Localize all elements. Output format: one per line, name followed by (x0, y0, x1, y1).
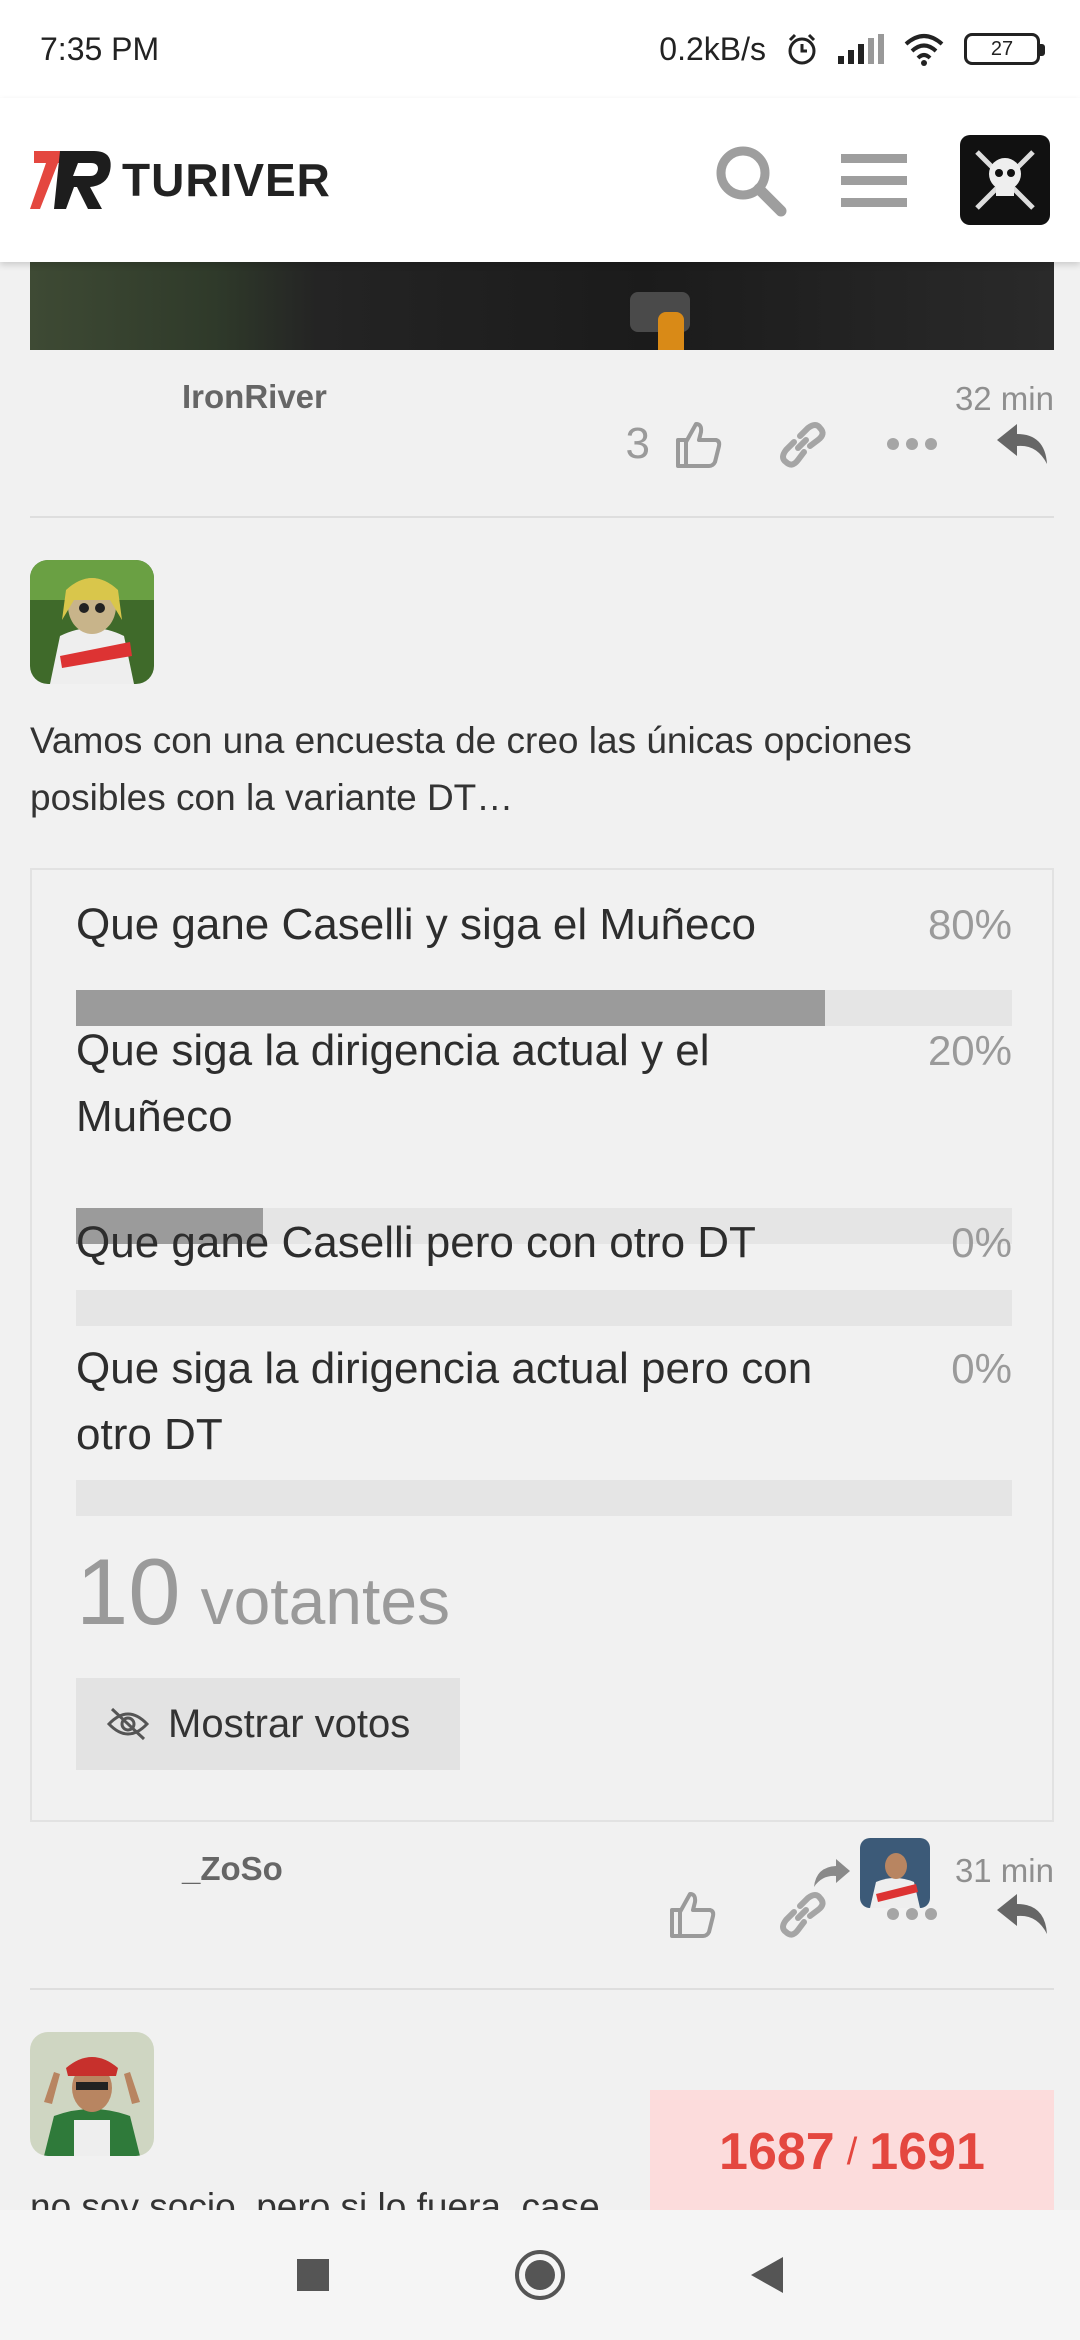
eddie-avatar-image (30, 560, 154, 684)
voters-label: votantes (200, 1564, 451, 1638)
square-icon (297, 2259, 330, 2291)
logo-mark-icon (30, 151, 111, 209)
post-divider (30, 1988, 1054, 1990)
search-button[interactable] (712, 142, 788, 218)
reply-to-avatar (860, 1838, 930, 1908)
link-icon (780, 422, 826, 468)
reply-icon (997, 1894, 1047, 1934)
poll-option-label: Que siga la dirigencia actual y el Muñec… (76, 1026, 710, 1141)
copy-link-button[interactable] (770, 412, 834, 476)
zoso-avatar-image (30, 2032, 154, 2156)
show-votes-label: Mostrar votos (168, 1701, 411, 1746)
reply-to-indicator[interactable] (812, 1838, 930, 1908)
poll-option-percent: 20% (927, 1027, 1012, 1074)
signal-icon (838, 34, 884, 64)
reply-button[interactable] (990, 412, 1054, 476)
topic-stream[interactable]: 3 IronRiver 32 min Vamos con una encuest… (0, 262, 1080, 2210)
post-body: Vamos con una encuesta de creo las única… (30, 720, 912, 818)
post-time[interactable]: 31 min (955, 1852, 1054, 1890)
eye-slash-icon (106, 1707, 150, 1741)
status-icons: 0.2kB/s 27 (659, 30, 1045, 68)
like-group[interactable]: 3 (626, 418, 724, 470)
alarm-icon (788, 33, 816, 65)
post-username[interactable]: IronRiver (182, 378, 327, 416)
menu-button[interactable] (836, 142, 912, 218)
net-speed: 0.2kB/s (659, 30, 766, 67)
poll-bar (76, 1290, 1012, 1326)
like-button[interactable] (660, 1882, 724, 1946)
poll-option: Que siga la dirigencia actual pero con o… (76, 1336, 1012, 1516)
poll: Que gane Caselli y siga el Muñeco 80% Qu… (30, 868, 1054, 1822)
poll-option-label: Que siga la dirigencia actual pero con o… (76, 1344, 813, 1459)
site-header: TURIVER (0, 98, 1080, 262)
search-icon (716, 146, 787, 217)
poll-option: Que gane Caselli y siga el Muñeco 80% (76, 892, 1012, 1026)
poll-option-label: Que gane Caselli y siga el Muñeco (76, 900, 756, 949)
reply-share-icon (814, 1859, 850, 1887)
circle-icon (514, 2250, 565, 2300)
post-divider (30, 516, 1054, 518)
progress-current: 1687 (719, 2123, 835, 2181)
android-nav-bar (0, 2210, 1080, 2340)
voters-count: 10 (76, 1539, 181, 1644)
poll-option-percent: 80% (927, 901, 1012, 948)
poll-voters: 10 votantes (76, 1538, 450, 1646)
header-icons (712, 135, 1050, 225)
wifi-icon (904, 34, 944, 66)
avatar[interactable] (30, 2032, 154, 2156)
previous-post-image[interactable] (30, 262, 1054, 350)
skull-icon (975, 150, 1035, 210)
reply-icon (997, 424, 1047, 464)
avatar[interactable] (30, 560, 154, 684)
back-button[interactable] (737, 2245, 797, 2305)
ellipsis-icon (887, 1908, 937, 1920)
poll-option-percent: 0% (951, 1345, 1012, 1392)
post-body: no soy socio, pero si lo fuera, case (30, 2186, 600, 2210)
hamburger-menu-icon (841, 154, 907, 207)
progress-total: 1691 (869, 2123, 985, 2181)
poll-bar (76, 1480, 1012, 1516)
battery-icon: 27 (964, 33, 1045, 65)
ellipsis-icon (887, 438, 937, 450)
post-time[interactable]: 32 min (955, 380, 1054, 418)
site-logo[interactable]: TURIVER (30, 145, 331, 215)
poll-option-percent: 0% (951, 1219, 1012, 1266)
back-triangle-icon (750, 2257, 783, 2293)
poll-option: Que gane Caselli pero con otro DT 0% (76, 1210, 1012, 1326)
poll-option: Que siga la dirigencia actual y el Muñec… (76, 1018, 1012, 1244)
home-button[interactable] (510, 2245, 570, 2305)
post-username[interactable]: _ZoSo (182, 1850, 283, 1888)
status-bar: 7:35 PM 0.2kB/s 27 (0, 0, 1080, 98)
poll-option-label: Que gane Caselli pero con otro DT (76, 1218, 756, 1267)
status-time: 7:35 PM (40, 30, 160, 67)
battery-level: 27 (990, 37, 1014, 60)
recents-button[interactable] (283, 2245, 343, 2305)
reply-button[interactable] (990, 1882, 1054, 1946)
like-icon[interactable] (672, 418, 724, 470)
like-icon (670, 1892, 716, 1938)
show-votes-button[interactable]: Mostrar votos (76, 1678, 460, 1770)
like-count[interactable]: 3 (626, 419, 650, 469)
topic-progress[interactable]: 1687 / 1691 (650, 2090, 1054, 2214)
user-avatar[interactable] (960, 135, 1050, 225)
logo-text: TURIVER (122, 154, 331, 206)
more-options-button[interactable] (880, 412, 944, 476)
progress-separator: / (846, 2130, 858, 2173)
